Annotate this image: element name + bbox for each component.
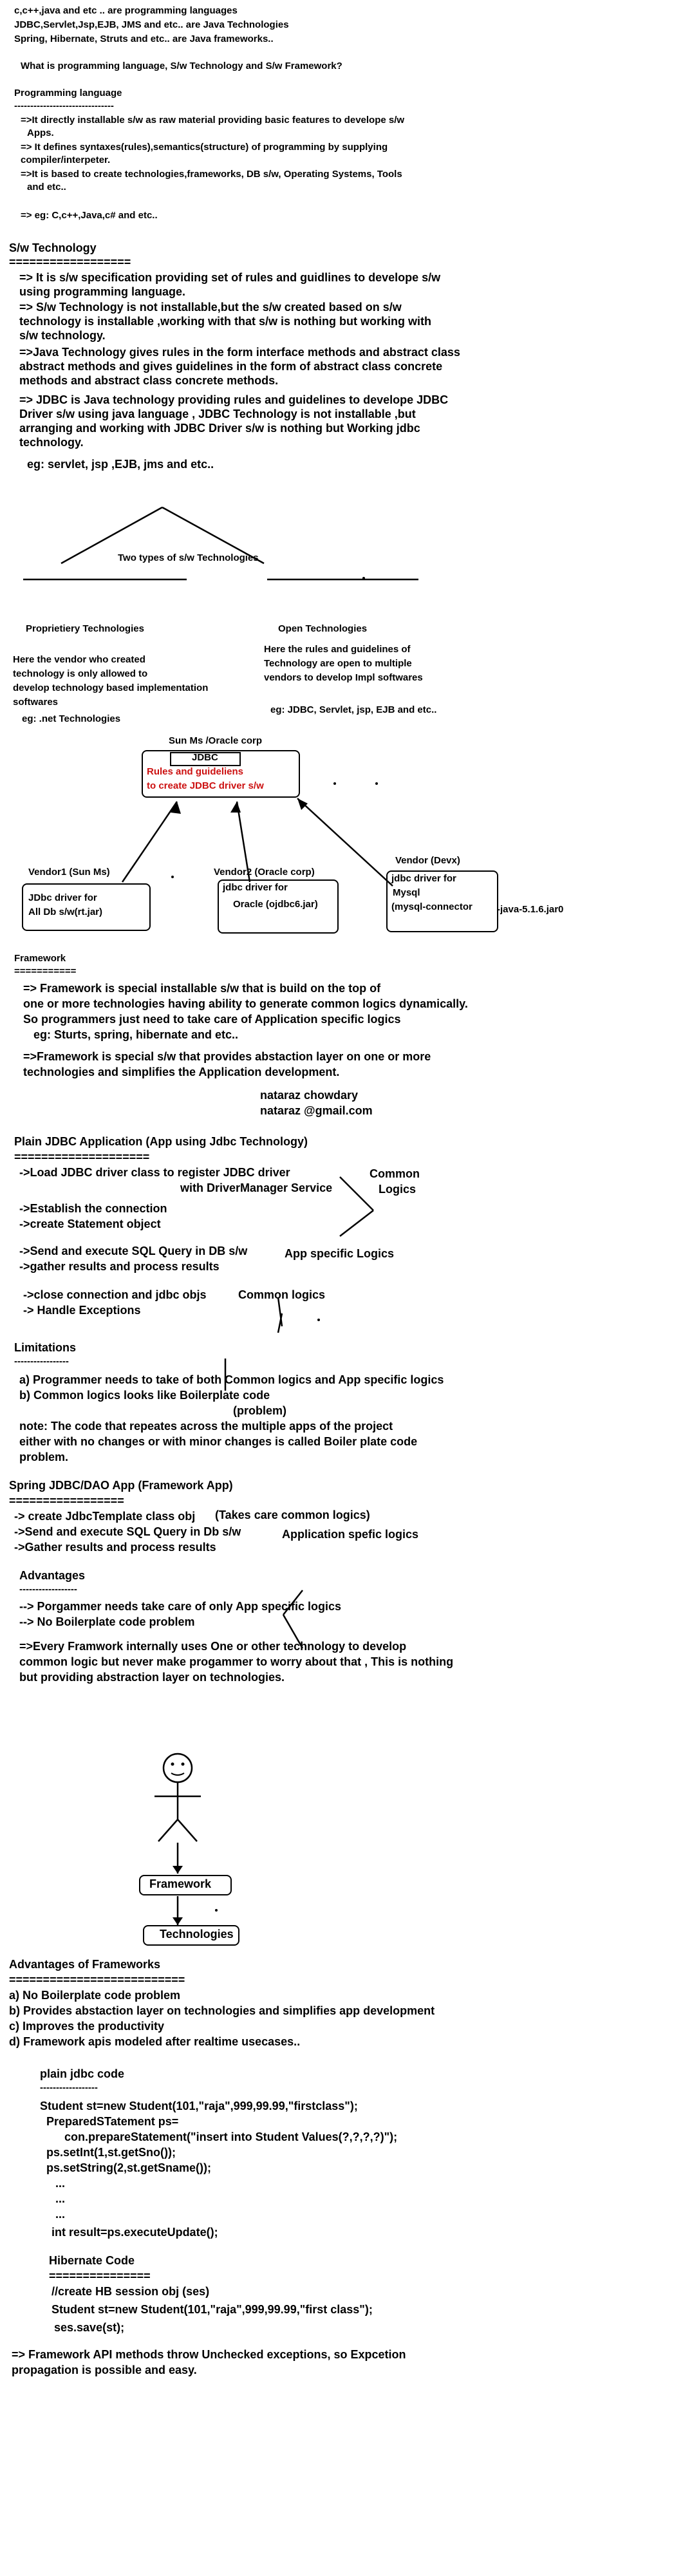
vendor3-line-1: jdbc driver for (391, 873, 456, 884)
proprietary-line-3: develop technology based implementation (13, 682, 209, 693)
spring-adv-2: --> No Boilerplate code problem (19, 1615, 195, 1628)
plain-code-line-5: ps.setString(2,st.getSname()); (46, 2161, 212, 2174)
lim-rule: ----------------- (14, 1356, 69, 1367)
plain-title: Plain JDBC Application (App using Jdbc T… (14, 1135, 308, 1148)
vendor3-line-3: (mysql-connector (391, 901, 473, 912)
advfw-c: c) Improves the productivity (9, 2020, 165, 2033)
plain-rule: ==================== (14, 1151, 150, 1163)
vendor1-line-1: JDbc driver for (28, 892, 97, 903)
fw-a4: eg: Sturts, spring, hibernate and etc.. (33, 1028, 239, 1041)
spring-every-3: but providing abstraction layer on techn… (19, 1671, 285, 1684)
hb-code-title: Hibernate Code (49, 2254, 135, 2267)
fw-a1: => Framework is special installable s/w … (23, 982, 381, 995)
advfw-d: d) Framework apis modeled after realtime… (9, 2035, 301, 2048)
author-name: nataraz chowdary (260, 1089, 359, 1102)
fw-rule: =========== (14, 966, 77, 977)
lim-note-1: note: The code that repeates across the … (19, 1420, 393, 1433)
spring-step-3: ->Gather results and process results (14, 1541, 216, 1554)
plain-code-dots-3: ... (55, 2208, 66, 2221)
advfw-rule: ========================== (9, 1973, 185, 1986)
plain-code-title: plain jdbc code (40, 2067, 125, 2080)
spring-title: Spring JDBC/DAO App (Framework App) (9, 1479, 233, 1492)
plain-step-1b: with DriverManager Service (180, 1181, 333, 1194)
fw-a2: one or more technologies having ability … (23, 997, 468, 1010)
app-specific-logics: App specific Logics (285, 1247, 395, 1260)
hb-code-line-3: ses.save(st); (54, 2321, 125, 2334)
plain-code-rule: ------------------ (40, 2082, 98, 2093)
spring-step-1: -> create JdbcTemplate class obj (14, 1510, 196, 1523)
framework-label: Framework (149, 1877, 212, 1890)
advfw-a: a) No Boilerplate code problem (9, 1989, 181, 2002)
proprietary-title: Proprietiery Technologies (26, 623, 144, 634)
fw-b2: technologies and simplifies the Applicat… (23, 1066, 340, 1078)
spring-every-2: common logic but never make progammer to… (19, 1655, 454, 1668)
lim-a: a) Programmer needs to take of both Comm… (19, 1373, 444, 1386)
rules-line-1: Rules and guideliens (147, 766, 244, 777)
plain-step-2: ->Establish the connection (19, 1202, 167, 1215)
final-note-1: => Framework API methods throw Unchecked… (12, 2348, 406, 2361)
plain-code-line-6: int result=ps.executeUpdate(); (51, 2226, 218, 2239)
common-logics-1: Common (370, 1167, 420, 1180)
common-logics-2: Logics (379, 1183, 417, 1196)
plain-code-line-3: con.prepareStatement("insert into Studen… (64, 2130, 398, 2143)
spring-adv-1: --> Porgammer needs take care of only Ap… (19, 1600, 341, 1613)
open-line-2: Technology are open to multiple (264, 658, 412, 669)
spring-app-specific: Application spefic logics (282, 1528, 419, 1541)
open-line-3: vendors to develop Impl softwares (264, 672, 423, 683)
vendor2-line-2: Oracle (ojdbc6.jar) (233, 899, 318, 910)
proprietary-line-2: technology is only allowed to (13, 668, 148, 679)
lim-title: Limitations (14, 1341, 77, 1354)
plain-code-dots-2: ... (55, 2192, 66, 2205)
vendor3-line-4: -java-5.1.6.jar0 (497, 904, 564, 915)
vendor2-line-1: jdbc driver for (223, 882, 288, 893)
technologies-label: Technologies (160, 1928, 234, 1941)
spring-common: (Takes care common logics) (215, 1509, 370, 1521)
plain-step-4: ->Send and execute SQL Query in DB s/w (19, 1245, 248, 1257)
lim-note-2: either with no changes or with minor cha… (19, 1435, 418, 1448)
spring-step-2: ->Send and execute SQL Query in Db s/w (14, 1525, 241, 1538)
types-heading: Two types of s/w Technologies (118, 552, 259, 563)
proprietary-example: eg: .net Technologies (22, 713, 121, 724)
spring-adv-title: Advantages (19, 1569, 86, 1582)
fw-a3: So programmers just need to take care of… (23, 1013, 401, 1026)
open-example: eg: JDBC, Servlet, jsp, EJB and etc.. (270, 704, 437, 715)
plain-step-7: -> Handle Exceptions (23, 1304, 141, 1317)
lim-problem: (problem) (233, 1404, 286, 1417)
plain-step-1: ->Load JDBC driver class to register JDB… (19, 1166, 290, 1179)
rules-line-2: to create JDBC driver s/w (147, 780, 264, 791)
lim-b: b) Common logics looks like Boilerplate … (19, 1389, 270, 1402)
plain-code-line-2: PreparedSTatement ps= (46, 2115, 179, 2128)
final-note-2: propagation is possible and easy. (12, 2364, 197, 2376)
common-logics-3: Common logics (238, 1288, 326, 1301)
plain-code-line-1: Student st=new Student(101,"raja",999,99… (40, 2100, 358, 2112)
plain-code-line-4: ps.setInt(1,st.getSno()); (46, 2146, 176, 2159)
plain-step-6: ->close connection and jdbc objs (23, 1288, 207, 1301)
vendor3-title: Vendor (Devx) (395, 855, 460, 866)
hb-code-rule: =============== (49, 2270, 151, 2282)
vendor3-line-2: Mysql (393, 887, 420, 898)
hb-code-line-1: //create HB session obj (ses) (51, 2285, 210, 2298)
proprietary-line-4: softwares (13, 697, 59, 708)
sun-oracle-label: Sun Ms /Oracle corp (169, 735, 263, 746)
spring-every-1: =>Every Framwork internally uses One or … (19, 1640, 407, 1653)
spring-adv-rule: ------------------ (19, 1584, 77, 1595)
plain-step-5: ->gather results and process results (19, 1260, 220, 1273)
advfw-b: b) Provides abstaction layer on technolo… (9, 2004, 435, 2017)
plain-code-dots-1: ... (55, 2177, 66, 2190)
vendor1-line-2: All Db s/w(rt.jar) (28, 907, 103, 917)
lim-note-3: problem. (19, 1451, 69, 1463)
author-email: nataraz @gmail.com (260, 1104, 373, 1117)
spring-rule: ================= (9, 1494, 124, 1507)
open-line-1: Here the rules and guidelines of (264, 644, 411, 655)
vendor1-title: Vendor1 (Sun Ms) (28, 867, 110, 878)
hb-code-line-2: Student st=new Student(101,"raja",999,99… (51, 2303, 373, 2316)
plain-step-3: ->create Statement object (19, 1217, 161, 1230)
open-title: Open Technologies (278, 623, 368, 634)
proprietary-line-1: Here the vendor who created (13, 654, 145, 665)
fw-b1: =>Framework is special s/w that provides… (23, 1050, 431, 1063)
advfw-title: Advantages of Frameworks (9, 1958, 161, 1971)
jdbc-label: JDBC (192, 752, 218, 763)
fw-title: Framework (14, 953, 66, 964)
vendor2-title: Vendor2 (Oracle corp) (214, 867, 315, 878)
